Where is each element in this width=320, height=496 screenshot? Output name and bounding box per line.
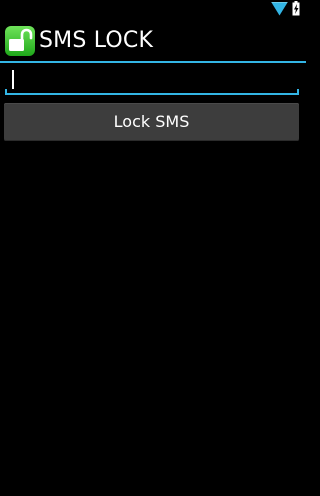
sms-lock-input[interactable] [5,65,299,95]
action-bar-divider [0,61,306,63]
unlocked-padlock-icon [5,26,35,56]
lock-sms-button[interactable]: Lock SMS [4,103,299,141]
input-underline [5,93,299,95]
status-bar [0,0,306,18]
text-cursor [12,70,14,89]
wifi-icon [271,2,288,16]
battery-charging-icon [292,1,300,16]
app-title: SMS LOCK [39,28,154,53]
action-bar: SMS LOCK [0,18,306,62]
